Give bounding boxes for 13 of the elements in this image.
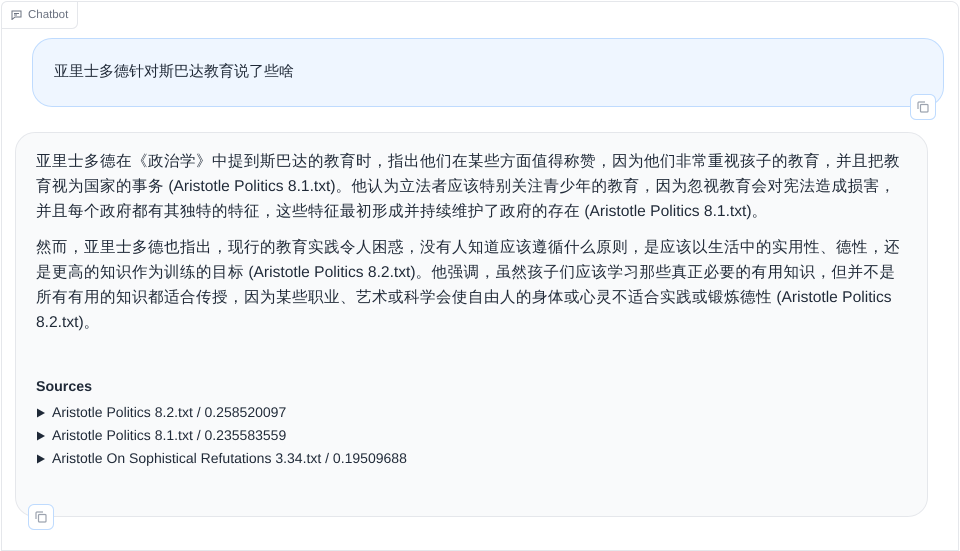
answer-paragraph: 然而，亚里士多德也指出，现行的教育实践令人困惑，没有人知道应该遵循什么原则，是应该以生活中的实用性、德性，还是更高的知识作为训练的目标 (Aristotle Politics 8.2.txt)。他强调，虽然孩子们应该学习那些真正必要的有用知识，但并不是所有有用的知识都适合传授，因为某些职业、艺术或科学会使自由人的身体或心灵不适合实践或锻炼德性 (Aristotle Politics 8.2.txt)。 — [36, 238, 901, 333]
answer-paragraph: 亚里士多德在《政治学》中提到斯巴达的教育时，指出他们在某些方面值得称赞，因为他们非常重视孩子的教育，并且把教育视为国家的事务 (Aristotle Politics 8.1.txt)。他认为立法者应该特别关注青少年的教育，因为忽视教育会对宪法造成损害，并且每个政府都有其独特的特征，这些特征最初形成并持续维护了政府的存在 (Aristotle Politics 8.1.txt)。 — [36, 152, 901, 222]
copy-button[interactable] — [28, 504, 54, 530]
copy-icon — [35, 511, 47, 523]
copy-button[interactable] — [910, 94, 936, 120]
chat-icon — [11, 10, 22, 20]
chatbot-label: Chatbot — [1, 1, 78, 29]
sources-heading: Sources — [36, 379, 93, 395]
copy-icon — [917, 101, 929, 113]
user-message-text: 亚里士多德针对斯巴达教育说了些啥 — [54, 62, 295, 82]
source-item[interactable]: Aristotle On Sophistical Refutations 3.34.txt / 0.19509688 — [36, 447, 907, 470]
source-item[interactable]: Aristotle Politics 8.1.txt / 0.235583559 — [36, 424, 907, 447]
source-item[interactable]: Aristotle Politics 8.2.txt / 0.258520097 — [36, 401, 907, 424]
